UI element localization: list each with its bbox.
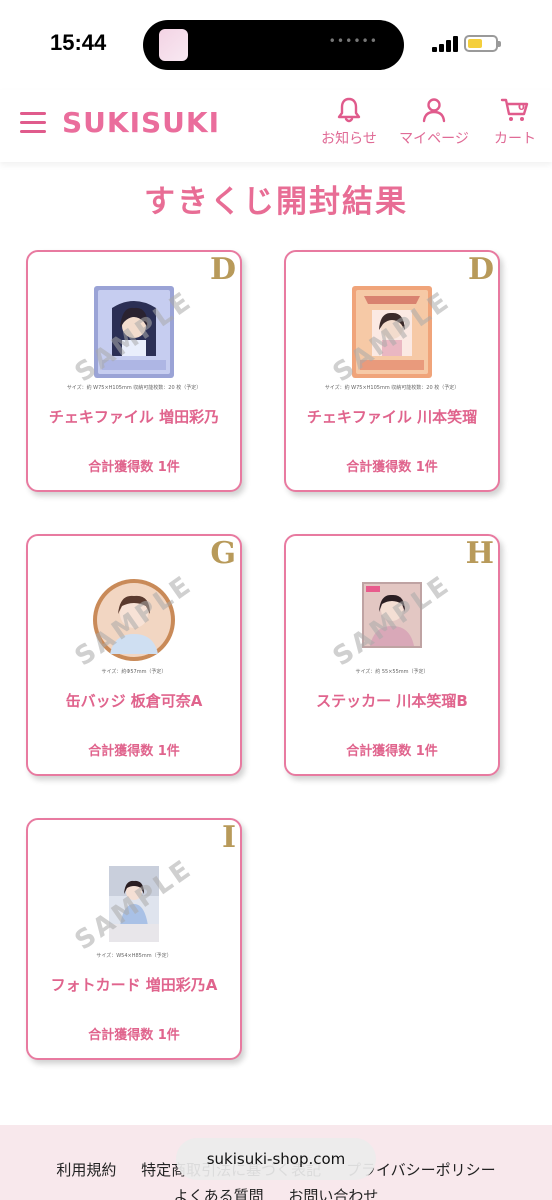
nav-notifications-button[interactable]: お知らせ — [314, 96, 384, 156]
browser-url-pill[interactable]: sukisuki-shop.com — [176, 1138, 376, 1180]
status-time: 15:44 — [50, 30, 107, 55]
rank-letter: D — [209, 252, 236, 287]
item-count: 合計獲得数 1件 — [88, 460, 180, 475]
item-name: フォトカード 増田彩乃A — [50, 976, 218, 994]
nav-notifications-label: お知らせ — [321, 131, 377, 147]
nav-cart-label: カート — [494, 131, 536, 147]
item-count: 合計獲得数 1件 — [346, 460, 438, 475]
cart-icon — [500, 98, 529, 121]
dynamic-island: •••••• — [143, 20, 404, 70]
item-name: チェキファイル 川本笑瑠 — [306, 408, 478, 426]
site-logo[interactable]: SUKISUKI — [62, 106, 220, 139]
photocard-product-image — [109, 866, 159, 942]
sticker-product-image — [362, 582, 422, 648]
item-name: 缶バッジ 板倉可奈A — [65, 692, 203, 710]
item-spec: サイズ：W54×H85mm（予定） — [96, 953, 172, 959]
rank-letter: D — [467, 252, 494, 287]
page-title: すきくじ開封結果 — [144, 184, 408, 220]
item-name: チェキファイル 増田彩乃 — [48, 408, 220, 426]
signal-icon — [432, 36, 460, 52]
rank-letter: G — [210, 536, 236, 571]
hamburger-menu-icon[interactable] — [20, 112, 46, 134]
status-bar: 15:44 •••••• — [0, 0, 552, 90]
rank-letter: H — [465, 536, 494, 571]
nav-mypage-label: マイページ — [399, 131, 469, 147]
chekifile-product-image — [352, 286, 432, 378]
footer-link-terms[interactable]: 利用規約 — [56, 1161, 116, 1179]
rank-letter: I — [221, 820, 236, 855]
item-spec: サイズ：約 55×55mm（予定） — [355, 669, 429, 675]
site-header: SUKISUKI お知らせ マイページ 0 カート — [0, 90, 552, 162]
result-card[interactable]: H SAMPLE サイズ：約 55×55mm（予定） ステッカー 川本笑瑠B 合… — [284, 534, 500, 776]
result-card[interactable]: G SAMPLE サイズ：約Φ57mm（予定） 缶バッジ 板倉可奈A 合計獲得数… — [26, 534, 242, 776]
result-card[interactable]: I SAMPLE サイズ：W54×H85mm（予定） フォトカード 増田彩乃A … — [26, 818, 242, 1060]
result-card[interactable]: D SAMPLE サイズ：約 W75×H105mm 収納可能枚数：20 枚（予定… — [284, 250, 500, 492]
nav-cart-button[interactable]: 0 カート — [480, 96, 550, 156]
island-indicator: •••••• — [328, 34, 378, 48]
user-icon — [422, 98, 446, 123]
footer-links-row2: よくある質問 お問い合わせ — [0, 1185, 552, 1200]
item-spec: サイズ：約 W75×H105mm 収納可能枚数：20 枚（予定） — [66, 385, 202, 391]
item-count: 合計獲得数 1件 — [88, 1028, 180, 1043]
item-spec: サイズ：約Φ57mm（予定） — [101, 669, 167, 675]
cart-count-badge: 0 — [518, 102, 525, 113]
bell-icon — [337, 97, 361, 123]
result-card[interactable]: D SAMPLE サイズ：約 W75×H105mm 収納可能枚数：20 枚（予定… — [26, 250, 242, 492]
item-spec: サイズ：約 W75×H105mm 収納可能枚数：20 枚（予定） — [324, 385, 460, 391]
island-thumbnail — [159, 29, 188, 61]
can-badge-product-image — [93, 579, 175, 661]
footer-link-contact[interactable]: お問い合わせ — [288, 1187, 378, 1200]
nav-mypage-button[interactable]: マイページ — [399, 96, 469, 156]
footer-link-faq[interactable]: よくある質問 — [174, 1187, 264, 1200]
battery-icon — [464, 35, 501, 52]
chekifile-product-image — [94, 286, 174, 378]
item-count: 合計獲得数 1件 — [346, 744, 438, 759]
item-name: ステッカー 川本笑瑠B — [316, 692, 468, 710]
item-count: 合計獲得数 1件 — [88, 744, 180, 759]
